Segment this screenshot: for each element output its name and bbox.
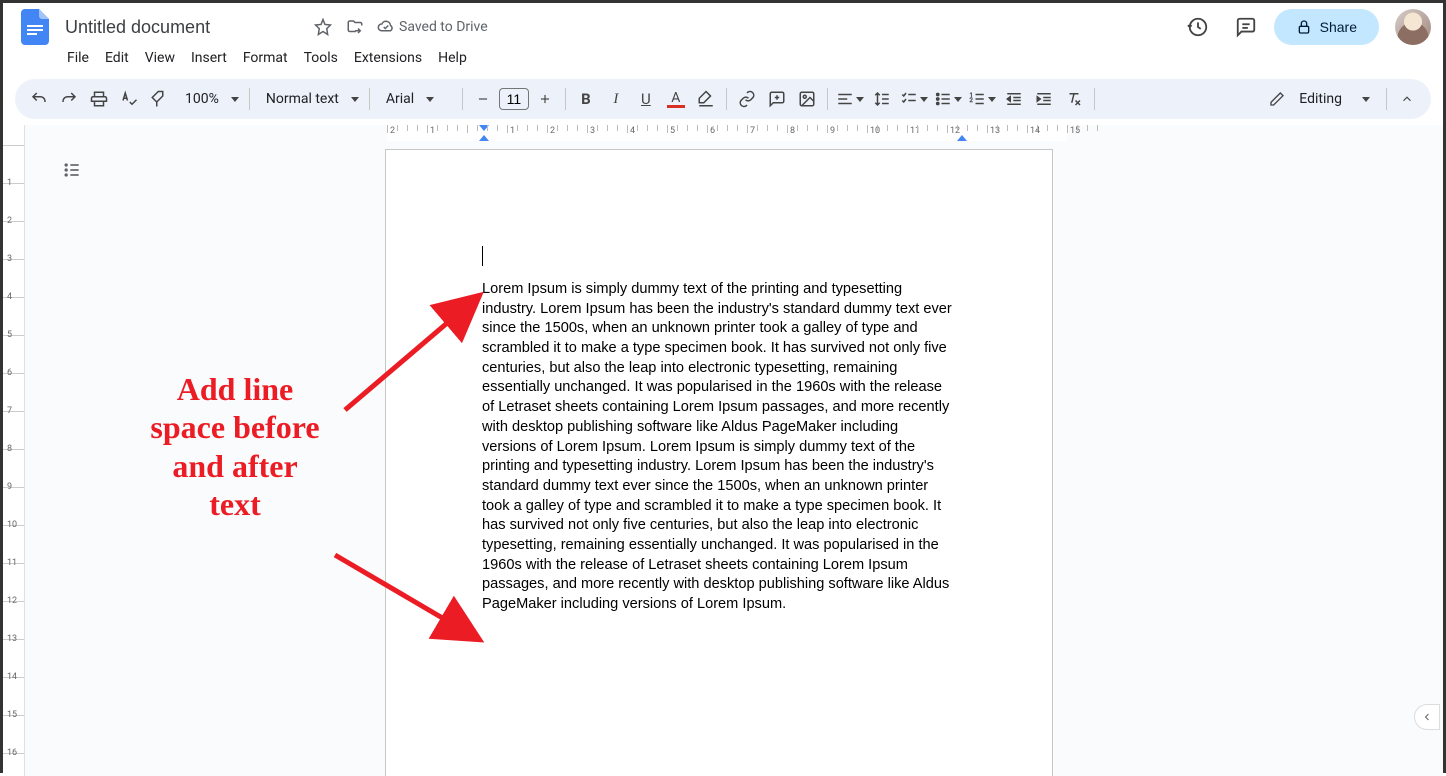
clear-formatting-button[interactable] — [1060, 85, 1088, 113]
menu-format[interactable]: Format — [235, 46, 296, 70]
highlight-button[interactable] — [692, 85, 720, 113]
left-indent-marker[interactable] — [479, 135, 489, 141]
list-icon — [62, 160, 82, 180]
bulleted-list-button[interactable] — [932, 85, 964, 113]
chevron-down-icon — [1362, 97, 1370, 102]
decrease-indent-button[interactable] — [1000, 85, 1028, 113]
zoom-value: 100% — [179, 91, 225, 107]
annotation-text: Add line space before and after text — [120, 370, 350, 524]
svg-text:2: 2 — [969, 97, 973, 104]
paragraph-style-value: Normal text — [260, 91, 345, 107]
chevron-down-icon — [351, 97, 359, 102]
lock-icon — [1296, 19, 1312, 35]
vertical-ruler[interactable] — [3, 125, 25, 776]
align-button[interactable] — [834, 85, 866, 113]
undo-button[interactable] — [25, 85, 53, 113]
checklist-button[interactable] — [898, 85, 930, 113]
share-button[interactable]: Share — [1274, 9, 1379, 45]
side-panel-toggle[interactable] — [1414, 704, 1440, 730]
paint-format-button[interactable] — [145, 85, 173, 113]
cloud-done-icon — [377, 18, 395, 36]
font-value: Arial — [380, 91, 420, 107]
paragraph-style-select[interactable]: Normal text — [256, 91, 363, 107]
font-select[interactable]: Arial — [376, 91, 456, 107]
outline-toggle-button[interactable] — [57, 155, 87, 185]
horizontal-ruler[interactable]: 21123456789101112131415 — [387, 125, 1067, 141]
editing-mode-label: Editing — [1293, 91, 1348, 107]
document-body-text[interactable]: Lorem Ipsum is simply dummy text of the … — [482, 280, 956, 615]
chevron-down-icon — [426, 97, 434, 102]
document-title-input[interactable] — [59, 15, 303, 40]
menu-insert[interactable]: Insert — [183, 46, 235, 70]
increase-font-button[interactable] — [531, 85, 559, 113]
version-history-icon[interactable] — [1178, 7, 1218, 47]
menu-view[interactable]: View — [137, 46, 183, 70]
italic-button[interactable]: I — [602, 85, 630, 113]
text-color-button[interactable]: A — [662, 85, 690, 113]
editing-mode-button[interactable]: Editing — [1259, 87, 1380, 111]
numbered-list-button[interactable]: 12 — [966, 85, 998, 113]
menu-bar: File Edit View Insert Format Tools Exten… — [3, 43, 1443, 73]
font-size-input[interactable] — [499, 88, 529, 110]
save-status[interactable]: Saved to Drive — [377, 18, 488, 36]
spellcheck-button[interactable] — [115, 85, 143, 113]
print-button[interactable] — [85, 85, 113, 113]
underline-button[interactable]: U — [632, 85, 660, 113]
collapse-toolbar-button[interactable] — [1393, 85, 1421, 113]
zoom-select[interactable]: 100% — [175, 91, 243, 107]
save-status-label: Saved to Drive — [399, 19, 488, 35]
bold-button[interactable]: B — [572, 85, 600, 113]
menu-help[interactable]: Help — [430, 46, 475, 70]
menu-edit[interactable]: Edit — [97, 46, 137, 70]
menu-tools[interactable]: Tools — [296, 46, 346, 70]
docs-logo[interactable] — [15, 7, 55, 47]
page[interactable]: Lorem Ipsum is simply dummy text of the … — [385, 149, 1053, 776]
toolbar: 100% Normal text Arial B I U A — [15, 79, 1431, 119]
pencil-icon — [1269, 91, 1285, 107]
share-label: Share — [1320, 19, 1357, 35]
comments-icon[interactable] — [1226, 7, 1266, 47]
menu-file[interactable]: File — [59, 46, 97, 70]
menu-extensions[interactable]: Extensions — [346, 46, 430, 70]
redo-button[interactable] — [55, 85, 83, 113]
chevron-left-icon — [1421, 711, 1433, 723]
text-cursor — [482, 246, 483, 266]
document-canvas[interactable]: 21123456789101112131415 Lorem Ipsum is s… — [25, 125, 1443, 776]
chevron-down-icon — [231, 97, 239, 102]
star-icon[interactable] — [311, 15, 335, 39]
decrease-font-button[interactable] — [469, 85, 497, 113]
line-spacing-button[interactable] — [868, 85, 896, 113]
increase-indent-button[interactable] — [1030, 85, 1058, 113]
add-comment-button[interactable] — [763, 85, 791, 113]
account-avatar[interactable] — [1395, 9, 1431, 45]
insert-link-button[interactable] — [733, 85, 761, 113]
move-icon[interactable] — [343, 15, 367, 39]
insert-image-button[interactable] — [793, 85, 821, 113]
